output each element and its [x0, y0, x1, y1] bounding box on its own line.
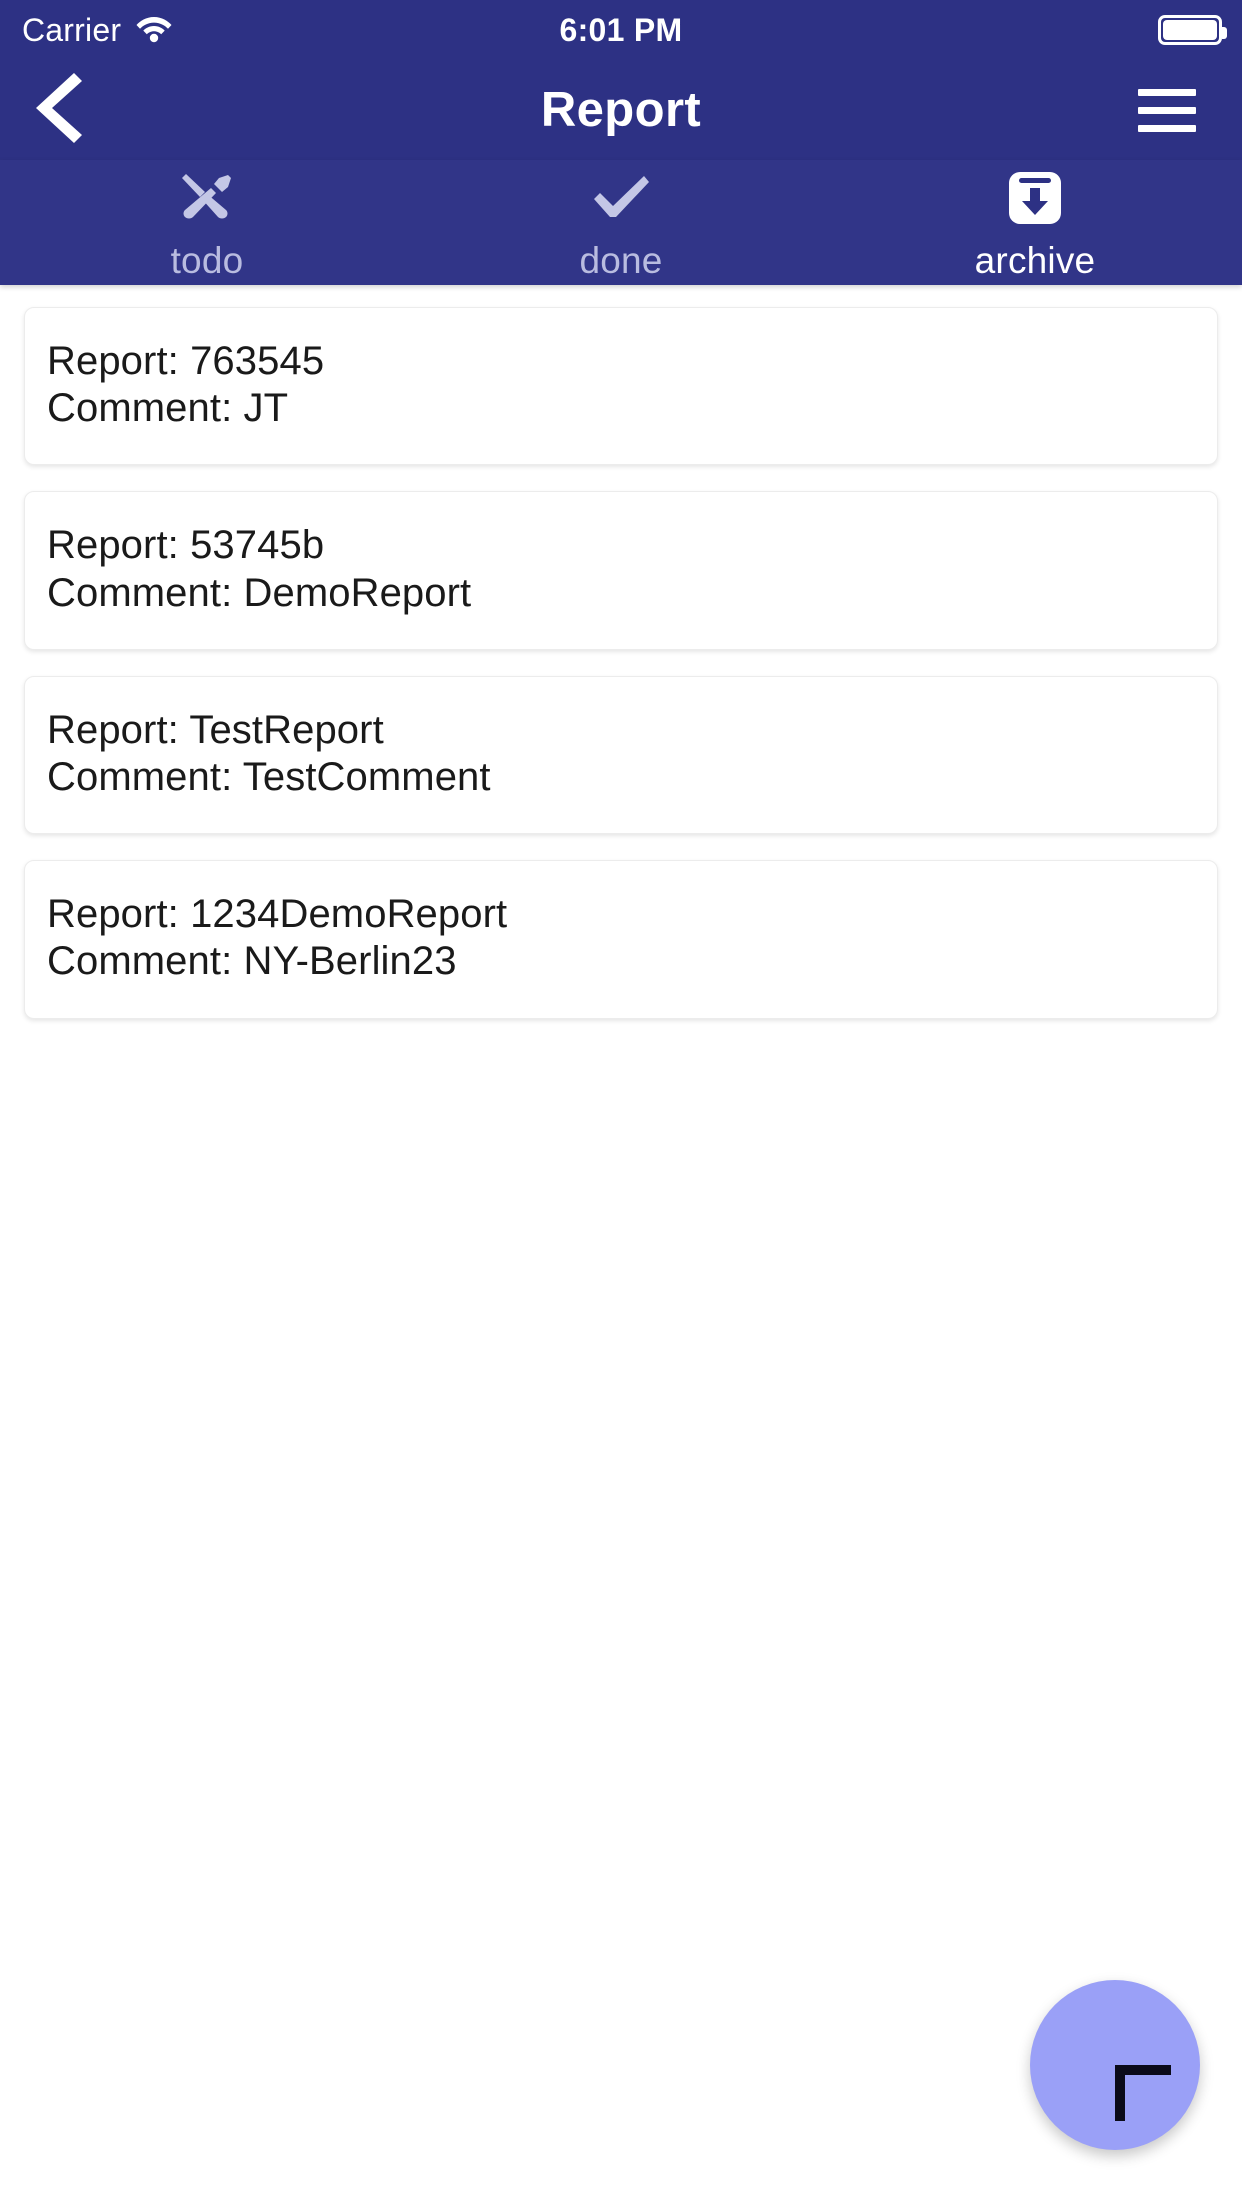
- comment-line: Comment: NY-Berlin23: [47, 939, 457, 984]
- comment-line: Comment: TestComment: [47, 754, 491, 799]
- tab-todo[interactable]: todo: [0, 160, 414, 285]
- tools-icon: [178, 170, 236, 226]
- comment-line: Comment: JT: [47, 386, 289, 431]
- page-title: Report: [540, 83, 702, 137]
- list-item[interactable]: Report: TestReport Comment: TestComment: [24, 675, 1218, 835]
- tab-archive[interactable]: archive: [828, 160, 1242, 285]
- add-report-button[interactable]: [1030, 1980, 1200, 2150]
- hamburger-menu-icon[interactable]: [1138, 75, 1208, 145]
- tab-done[interactable]: done: [414, 160, 828, 285]
- report-line: Report: TestReport: [47, 707, 384, 752]
- list-item[interactable]: Report: 53745b Comment: DemoReport: [24, 491, 1218, 650]
- archive-box-icon: [1007, 170, 1063, 226]
- report-list: Report: 763545 Comment: JT Report: 53745…: [0, 285, 1242, 2208]
- tab-label-done: done: [579, 239, 663, 281]
- status-bar-time: 6:01 PM: [559, 11, 683, 48]
- back-button[interactable]: [34, 72, 108, 147]
- tab-label-todo: todo: [170, 239, 244, 281]
- report-line: Report: 1234DemoReport: [47, 892, 508, 937]
- comment-line: Comment: DemoReport: [47, 570, 472, 615]
- battery-full-icon: [1158, 15, 1227, 45]
- app-screen: Carrier 6:01 PM Report todo done archive…: [0, 0, 1242, 2208]
- tab-bar: todo done archive: [0, 160, 1242, 285]
- report-line: Report: 53745b: [47, 523, 325, 568]
- tab-label-archive: archive: [974, 239, 1096, 281]
- status-bar: Carrier 6:01 PM: [0, 0, 1242, 60]
- checkmark-icon: [592, 170, 650, 226]
- chevron-left-icon: [34, 69, 84, 152]
- status-bar-right: [1158, 15, 1227, 45]
- list-item[interactable]: Report: 1234DemoReport Comment: NY-Berli…: [24, 860, 1218, 1019]
- report-line: Report: 763545: [47, 339, 325, 383]
- list-item[interactable]: Report: 763545 Comment: JT: [24, 307, 1218, 466]
- app-bar: Report: [0, 60, 1242, 160]
